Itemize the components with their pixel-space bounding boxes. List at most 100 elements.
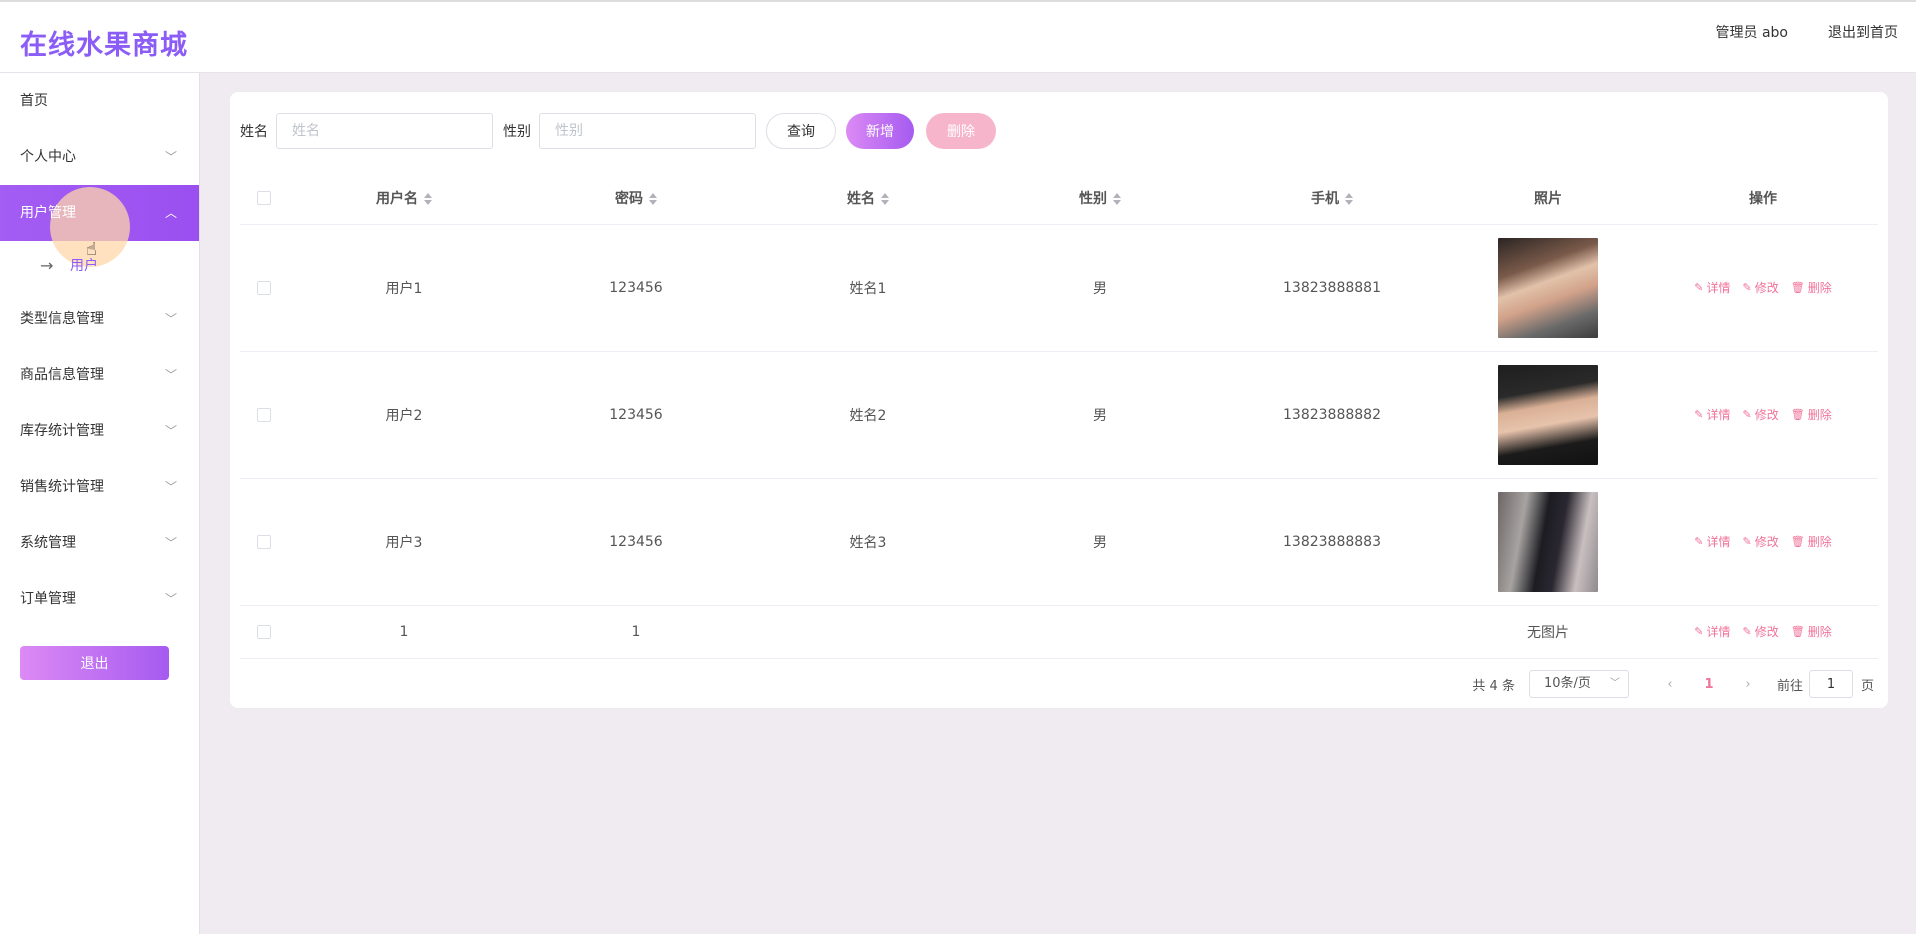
arrow-right-icon: → — [40, 256, 54, 275]
cell-actions: ✎ 详情 ✎ 修改 🗑 删除 — [1648, 224, 1878, 352]
detail-label: 详情 — [1706, 281, 1731, 295]
row-checkbox[interactable] — [257, 534, 271, 549]
edit-link[interactable]: ✎ 修改 — [1743, 406, 1779, 423]
gender-search-input[interactable] — [539, 113, 756, 149]
sort-icon[interactable] — [881, 192, 889, 206]
row-select-cell — [240, 351, 288, 479]
sidebar-item-label: 销售统计管理 — [20, 479, 104, 495]
edit-pencil-icon: ✎ — [1742, 281, 1752, 294]
logout-button[interactable]: 退出 — [20, 646, 169, 680]
column-phone[interactable]: 手机 — [1216, 172, 1448, 225]
column-username[interactable]: 用户名 — [288, 172, 520, 225]
cell-photo: 无图片 — [1448, 605, 1648, 659]
cell-username: 用户1 — [288, 224, 520, 352]
delete-link[interactable]: 🗑 删除 — [1791, 623, 1832, 640]
prev-page-icon[interactable]: ‹ — [1655, 677, 1685, 692]
chevron-up-icon: ︿ — [164, 206, 177, 220]
sidebar-item-label: 首页 — [20, 93, 48, 109]
user-photo[interactable] — [1498, 364, 1598, 465]
user-photo[interactable] — [1498, 237, 1598, 338]
edit-pencil-icon: ✎ — [1742, 535, 1752, 548]
cell-password: 123456 — [520, 351, 752, 479]
column-gender[interactable]: 性别 — [984, 172, 1216, 225]
sidebar-item-home[interactable]: 首页 — [0, 73, 199, 129]
sidebar-item-label: 商品信息管理 — [20, 367, 104, 383]
current-page-number[interactable]: 1 — [1685, 677, 1733, 692]
detail-link[interactable]: ✎ 详情 — [1694, 623, 1730, 640]
goto-prefix: 前往 — [1776, 678, 1803, 694]
delete-label: 删除 — [1807, 281, 1832, 295]
edit-pencil-icon: ✎ — [1694, 535, 1704, 548]
edit-pencil-icon: ✎ — [1694, 625, 1704, 638]
sort-icon[interactable] — [424, 192, 432, 206]
goto-suffix: 页 — [1860, 678, 1874, 694]
chevron-down-icon: ﹀ — [164, 480, 177, 494]
detail-link[interactable]: ✎ 详情 — [1694, 533, 1730, 550]
table-row: 用户1 123456 姓名1 男 13823888881 ✎ 详情 ✎ 修改 🗑 删除 — [240, 224, 1878, 352]
query-button[interactable]: 查询 — [766, 113, 836, 149]
sort-icon[interactable] — [1345, 192, 1353, 206]
user-photo[interactable] — [1498, 491, 1598, 592]
edit-pencil-icon: ✎ — [1742, 408, 1752, 421]
next-page-icon[interactable]: › — [1733, 677, 1763, 692]
cell-actions: ✎ 详情 ✎ 修改 🗑 删除 — [1648, 351, 1878, 479]
delete-label: 删除 — [1807, 625, 1832, 639]
chevron-down-icon: ﹀ — [164, 150, 177, 164]
trash-icon: 🗑 — [1790, 625, 1805, 638]
cell-phone: 13823888881 — [1216, 224, 1448, 352]
sidebar-item-personal-center[interactable]: 个人中心 ﹀ — [0, 129, 199, 185]
sidebar-item-label: 系统管理 — [20, 535, 76, 551]
batch-delete-button[interactable]: 删除 — [926, 113, 996, 149]
detail-link[interactable]: ✎ 详情 — [1694, 279, 1730, 296]
goto-page-input[interactable] — [1808, 670, 1853, 698]
page-size-select[interactable]: 10条/页 ﹀ — [1528, 670, 1629, 698]
sort-icon[interactable] — [1113, 192, 1121, 206]
select-all-checkbox[interactable] — [257, 190, 271, 205]
column-actions: 操作 — [1648, 172, 1878, 225]
detail-label: 详情 — [1706, 625, 1731, 639]
cell-photo — [1448, 478, 1648, 606]
delete-link[interactable]: 🗑 删除 — [1791, 279, 1832, 296]
sidebar-item-orders[interactable]: 订单管理 ﹀ — [0, 571, 199, 627]
edit-link[interactable]: ✎ 修改 — [1743, 533, 1779, 550]
sidebar-item-sales-stats[interactable]: 销售统计管理 ﹀ — [0, 459, 199, 515]
row-checkbox[interactable] — [257, 624, 271, 639]
detail-link[interactable]: ✎ 详情 — [1694, 406, 1730, 423]
sort-icon[interactable] — [649, 192, 657, 206]
row-checkbox[interactable] — [257, 280, 271, 295]
sidebar: 首页 个人中心 ﹀ 用户管理 ︿ ☝ → 用户 类型信息管理 ﹀ 商品信息管理 … — [0, 73, 200, 934]
back-home-link[interactable]: 退出到首页 — [1828, 22, 1898, 42]
delete-link[interactable]: 🗑 删除 — [1791, 406, 1832, 423]
cell-password: 1 — [520, 605, 752, 659]
edit-link[interactable]: ✎ 修改 — [1743, 279, 1779, 296]
column-label: 姓名 — [847, 190, 875, 207]
chevron-down-icon: ﹀ — [164, 424, 177, 438]
add-button[interactable]: 新增 — [846, 113, 914, 149]
delete-link[interactable]: 🗑 删除 — [1791, 533, 1832, 550]
edit-pencil-icon: ✎ — [1694, 281, 1704, 294]
delete-label: 删除 — [1807, 535, 1832, 549]
sidebar-item-system[interactable]: 系统管理 ﹀ — [0, 515, 199, 571]
name-search-input[interactable] — [276, 113, 493, 149]
cell-name: 姓名3 — [752, 478, 984, 606]
cell-gender: 男 — [984, 478, 1216, 606]
sidebar-item-inventory-stats[interactable]: 库存统计管理 ﹀ — [0, 403, 199, 459]
select-all-cell — [240, 172, 288, 225]
sidebar-item-type-info[interactable]: 类型信息管理 ﹀ — [0, 291, 199, 347]
gender-label: 性别 — [503, 124, 531, 140]
cell-actions: ✎ 详情 ✎ 修改 🗑 删除 — [1648, 478, 1878, 606]
sidebar-subitem-users[interactable]: → 用户 — [0, 241, 199, 291]
table-row: 用户3 123456 姓名3 男 13823888883 ✎ 详情 ✎ 修改 🗑 删除 — [240, 478, 1878, 606]
row-checkbox[interactable] — [257, 407, 271, 422]
column-name[interactable]: 姓名 — [752, 172, 984, 225]
column-password[interactable]: 密码 — [520, 172, 752, 225]
sidebar-item-product-info[interactable]: 商品信息管理 ﹀ — [0, 347, 199, 403]
sidebar-item-user-management[interactable]: 用户管理 ︿ ☝ — [0, 185, 199, 267]
column-label: 照片 — [1534, 190, 1562, 207]
cell-password: 123456 — [520, 478, 752, 606]
detail-label: 详情 — [1706, 535, 1731, 549]
cell-phone: 13823888882 — [1216, 351, 1448, 479]
edit-link[interactable]: ✎ 修改 — [1743, 623, 1779, 640]
table-header-row: 用户名 密码 姓名 性别 手机 照片 操作 — [240, 172, 1878, 225]
chevron-down-icon: ﹀ — [1609, 678, 1620, 689]
